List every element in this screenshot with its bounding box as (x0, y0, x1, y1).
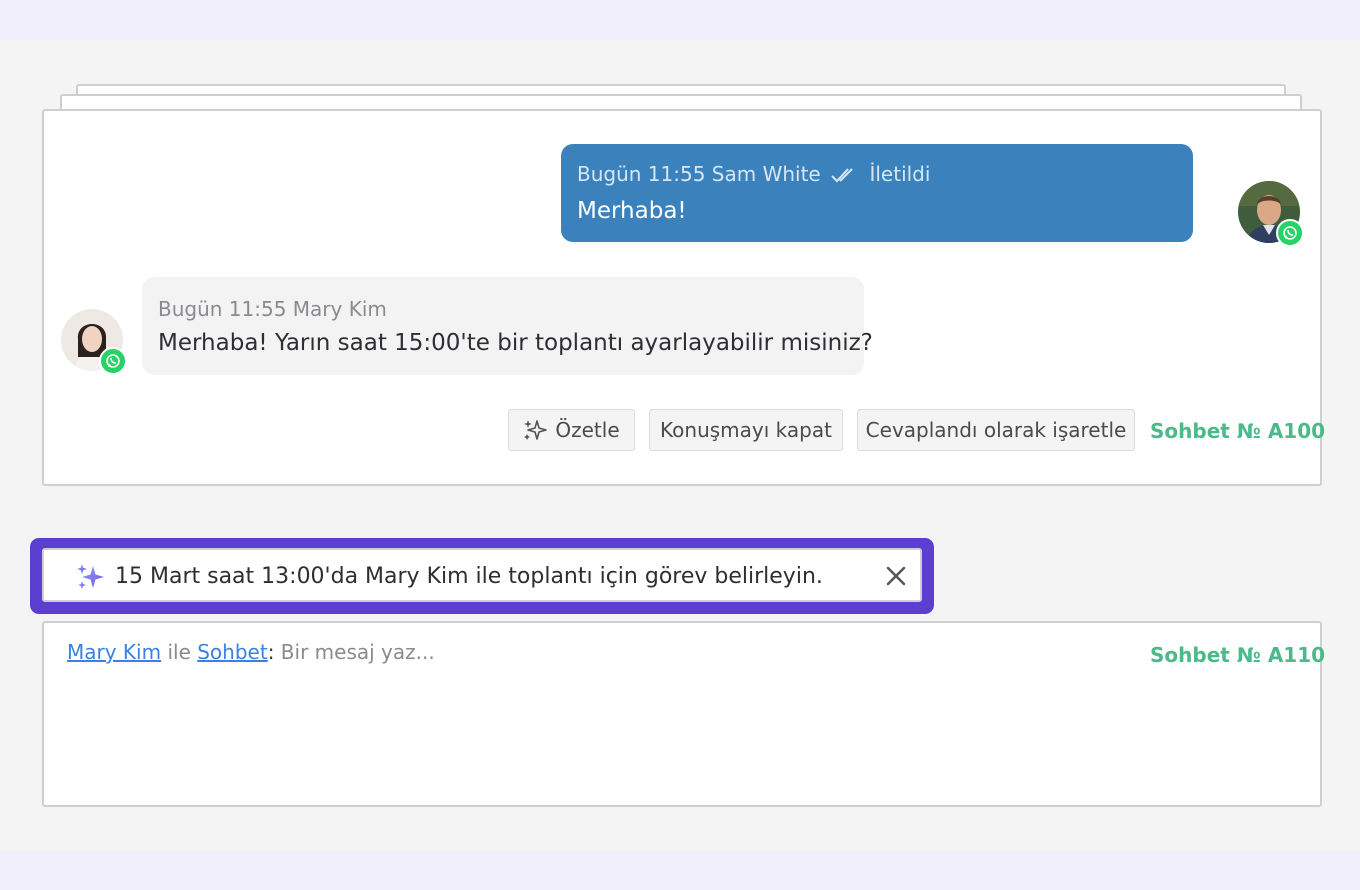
ai-suggestion-text: 15 Mart saat 13:00'da Mary Kim ile topla… (115, 564, 823, 589)
composer-placeholder[interactable]: Bir mesaj yaz... (281, 640, 435, 664)
incoming-message-meta: Bugün 11:55 Mary Kim (158, 297, 387, 321)
conversation-card: Bugün 11:55 Sam White İletildi Merhaba! (42, 109, 1325, 486)
summarize-button[interactable]: Özetle (508, 409, 635, 451)
channel-link[interactable]: Sohbet (197, 640, 267, 664)
composer-colon: : (267, 640, 275, 664)
contact-link[interactable]: Mary Kim (67, 640, 161, 664)
mark-answered-button[interactable]: Cevaplandı olarak işaretle (857, 409, 1135, 451)
composer-chat-number-link[interactable]: Sohbet № A110 (1150, 643, 1325, 667)
outgoing-message-meta: Bugün 11:55 Sam White İletildi (577, 162, 930, 188)
outgoing-message-text: Merhaba! (577, 198, 687, 224)
bottom-band (0, 850, 1360, 890)
close-conversation-button[interactable]: Konuşmayı kapat (649, 409, 843, 451)
delivery-status: İletildi (869, 162, 931, 186)
incoming-message: Bugün 11:55 Mary Kim Merhaba! Yarın saat… (142, 277, 873, 375)
composer-context: Mary Kim ile Sohbet: Bir mesaj yaz... (67, 640, 435, 664)
chat-number-link[interactable]: Sohbet № A100 (1150, 419, 1325, 443)
outgoing-meta-text: Bugün 11:55 Sam White (577, 162, 821, 186)
avatar-sam-white[interactable] (1238, 181, 1304, 247)
outgoing-message: Bugün 11:55 Sam White İletildi Merhaba! (561, 144, 1193, 242)
ai-suggestion[interactable]: 15 Mart saat 13:00'da Mary Kim ile topla… (42, 548, 922, 602)
summarize-label: Özetle (555, 418, 620, 442)
close-icon[interactable] (884, 564, 908, 588)
avatar-mary-kim[interactable] (61, 309, 127, 375)
delivered-check-icon (831, 164, 857, 188)
incoming-message-text: Merhaba! Yarın saat 15:00'te bir toplant… (158, 330, 873, 356)
message-composer[interactable]: Mary Kim ile Sohbet: Bir mesaj yaz... So… (42, 621, 1325, 807)
composer-with-text: ile (167, 640, 191, 664)
whatsapp-icon (99, 347, 127, 375)
top-band (0, 0, 1360, 40)
sparkle-icon (524, 420, 548, 440)
ai-sparkle-icon (77, 564, 104, 589)
whatsapp-icon (1276, 219, 1304, 247)
